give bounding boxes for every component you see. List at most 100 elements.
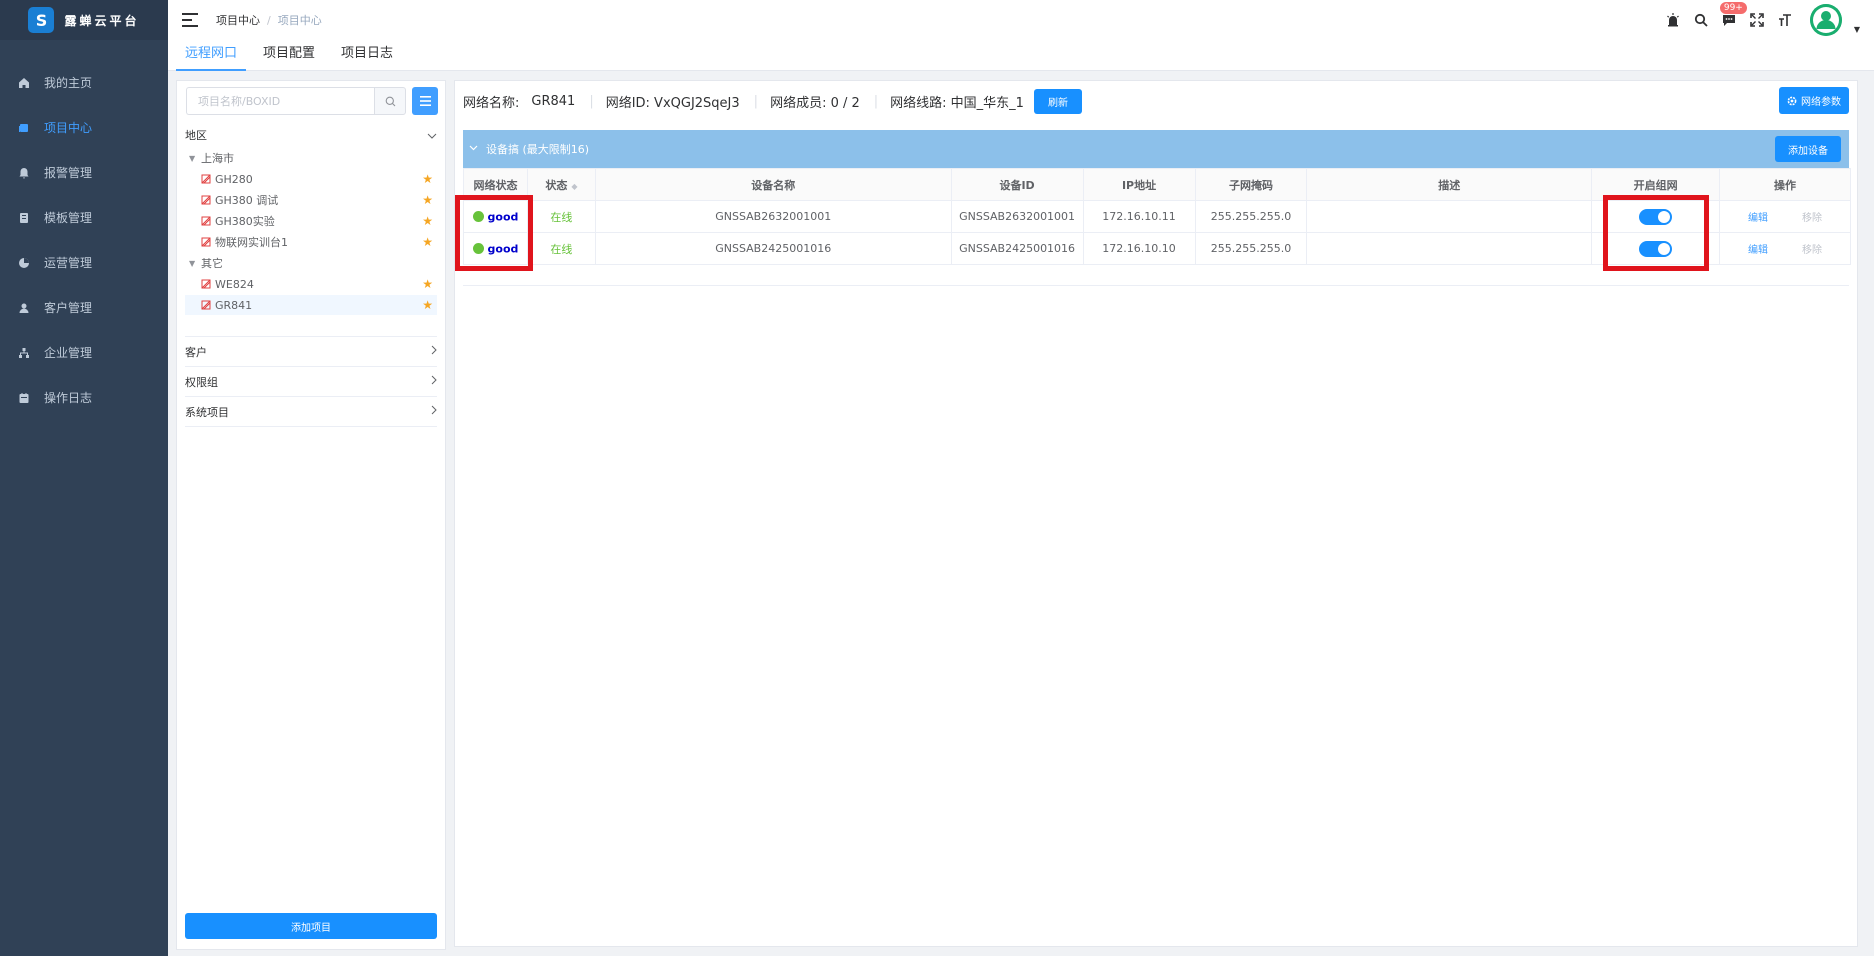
tree-node-label: 物联网实训台1 <box>215 236 288 249</box>
column-header: 操作 <box>1719 168 1851 201</box>
column-header: 子网掩码 <box>1194 168 1308 201</box>
network-name-label: 网络名称: <box>463 95 520 111</box>
star-icon[interactable]: ★ <box>422 193 433 207</box>
star-icon[interactable]: ★ <box>422 214 433 228</box>
caret-down-icon: ▼ <box>189 153 196 163</box>
tree-node-we824[interactable]: WE824 ★ <box>185 274 437 294</box>
network-info-bar: 网络名称: GR841 | 网络ID: VxQGJ2SqeJ3 | 网络成员: … <box>463 85 1849 117</box>
sidebar-item-label: 运营管理 <box>44 256 93 270</box>
sidebar-item-customers[interactable]: 客户管理 <box>0 285 168 330</box>
chevron-down-icon <box>427 129 437 142</box>
remove-link[interactable]: 移除 <box>1802 213 1822 224</box>
star-icon[interactable]: ★ <box>422 235 433 249</box>
message-icon[interactable]: 99+ <box>1718 1 1748 29</box>
breadcrumb: 项目中心 / 项目中心 <box>216 12 322 28</box>
separator: | <box>753 93 759 109</box>
fullscreen-icon[interactable] <box>1748 11 1766 29</box>
search-button[interactable] <box>374 87 406 115</box>
project-icon <box>16 120 32 136</box>
sidebar: S 露蝉云平台 我的主页 项目中心 报警管理 模板管理 运营管理 客户管理 企业… <box>0 0 168 956</box>
notification-badge: 99+ <box>1718 1 1748 15</box>
tree-node-other[interactable]: ▼ 其它 <box>185 253 437 273</box>
template-icon <box>16 210 32 226</box>
star-icon[interactable]: ★ <box>422 298 433 312</box>
gear-icon <box>1787 96 1797 105</box>
status-cell: 在线 <box>526 232 596 265</box>
chevron-right-icon <box>431 375 437 388</box>
user-icon <box>16 300 32 316</box>
star-icon[interactable]: ★ <box>422 172 433 186</box>
column-header-sortable[interactable]: 状态 ◆ <box>526 168 596 201</box>
search-input[interactable] <box>186 87 374 115</box>
sidebar-item-home[interactable]: 我的主页 <box>0 60 168 105</box>
sidebar-item-label: 我的主页 <box>44 76 93 90</box>
device-group-title: 设备搞 (最大限制16) <box>486 143 590 156</box>
region-section-header[interactable]: 地区 <box>185 124 437 146</box>
subnet-mask-cell: 255.255.255.0 <box>1194 232 1308 265</box>
logo[interactable]: S 露蝉云平台 <box>0 0 168 40</box>
add-project-button[interactable]: 添加项目 <box>185 913 437 939</box>
avatar[interactable] <box>1809 4 1842 36</box>
sidebar-item-alarm[interactable]: 报警管理 <box>0 150 168 195</box>
category-permission-group[interactable]: 权限组 <box>185 367 437 397</box>
search-icon <box>385 96 395 106</box>
network-members: 网络成员: 0 / 2 <box>770 95 860 111</box>
list-menu-button[interactable] <box>412 87 438 115</box>
font-size-icon[interactable] <box>1776 11 1794 29</box>
home-icon <box>16 75 32 91</box>
edit-link[interactable]: 编辑 <box>1748 245 1768 256</box>
subnet-mask-cell: 255.255.255.0 <box>1194 200 1308 233</box>
network-name-value: GR841 <box>531 93 576 109</box>
network-params-button[interactable]: 网络参数 <box>1779 87 1849 114</box>
sidebar-item-operations[interactable]: 运营管理 <box>0 240 168 285</box>
device-id-cell: GNSSAB2632001001 <box>950 200 1084 233</box>
tab-project-log[interactable]: 项目日志 <box>332 40 402 71</box>
category-label: 系统项目 <box>185 405 229 419</box>
router-icon <box>201 174 211 184</box>
tree-node-label: 其它 <box>201 257 223 270</box>
tree-node-gh380-debug[interactable]: GH380 调试 ★ <box>185 190 437 210</box>
tree-node-gh280[interactable]: GH280 ★ <box>185 169 437 189</box>
sort-icon[interactable]: ◆ <box>571 182 577 191</box>
sidebar-item-project-center[interactable]: 项目中心 <box>0 105 168 150</box>
tree-node-label: WE824 <box>215 277 254 291</box>
caret-down-icon[interactable]: ▼ <box>1854 25 1860 34</box>
sidebar-item-label: 报警管理 <box>44 166 93 180</box>
list-icon <box>419 96 431 106</box>
tree-node-shanghai[interactable]: ▼ 上海市 <box>185 148 437 168</box>
ip-cell: 172.16.10.10 <box>1082 232 1196 265</box>
sidebar-item-logs[interactable]: 操作日志 <box>0 375 168 420</box>
device-group-header[interactable]: 设备搞 (最大限制16) 添加设备 <box>463 130 1849 168</box>
category-customers[interactable]: 客户 <box>185 337 437 367</box>
description-cell <box>1306 200 1593 233</box>
network-params-label: 网络参数 <box>1801 97 1841 108</box>
sidebar-item-label: 企业管理 <box>44 346 93 360</box>
device-id-cell: GNSSAB2425001016 <box>950 232 1084 265</box>
edit-link[interactable]: 编辑 <box>1748 213 1768 224</box>
tab-project-config[interactable]: 项目配置 <box>254 40 324 71</box>
star-icon[interactable]: ★ <box>422 277 433 291</box>
highlight-box-network-status <box>455 195 533 271</box>
category-system-projects[interactable]: 系统项目 <box>185 397 437 427</box>
sidebar-item-template[interactable]: 模板管理 <box>0 195 168 240</box>
network-route: 网络线路: 中国_华东_1 <box>890 95 1024 111</box>
tree-node-iot-training[interactable]: 物联网实训台1 ★ <box>185 232 437 252</box>
tab-remote-port[interactable]: 远程网口 <box>176 40 247 71</box>
router-icon <box>201 216 211 226</box>
ip-cell: 172.16.10.11 <box>1082 200 1196 233</box>
search-icon[interactable] <box>1692 11 1710 29</box>
remove-link[interactable]: 移除 <box>1802 245 1822 256</box>
alarm-light-icon[interactable] <box>1664 11 1682 29</box>
project-tree-panel: 地区 ▼ 上海市 GH280 ★ GH380 调试 ★ GH380实验 ★ 物联… <box>176 80 446 950</box>
breadcrumb-item[interactable]: 项目中心 <box>216 12 260 28</box>
tree-node-gr841[interactable]: GR841 ★ <box>185 295 437 315</box>
bell-icon <box>16 165 32 181</box>
description-cell <box>1306 232 1593 265</box>
tree-node-gh380-experiment[interactable]: GH380实验 ★ <box>185 211 437 231</box>
hamburger-icon[interactable] <box>182 13 198 27</box>
caret-down-icon: ▼ <box>189 258 196 268</box>
refresh-button[interactable]: 刷新 <box>1033 88 1082 114</box>
sidebar-item-enterprise[interactable]: 企业管理 <box>0 330 168 375</box>
add-device-button[interactable]: 添加设备 <box>1775 136 1841 162</box>
column-header-label: 状态 <box>545 178 568 192</box>
